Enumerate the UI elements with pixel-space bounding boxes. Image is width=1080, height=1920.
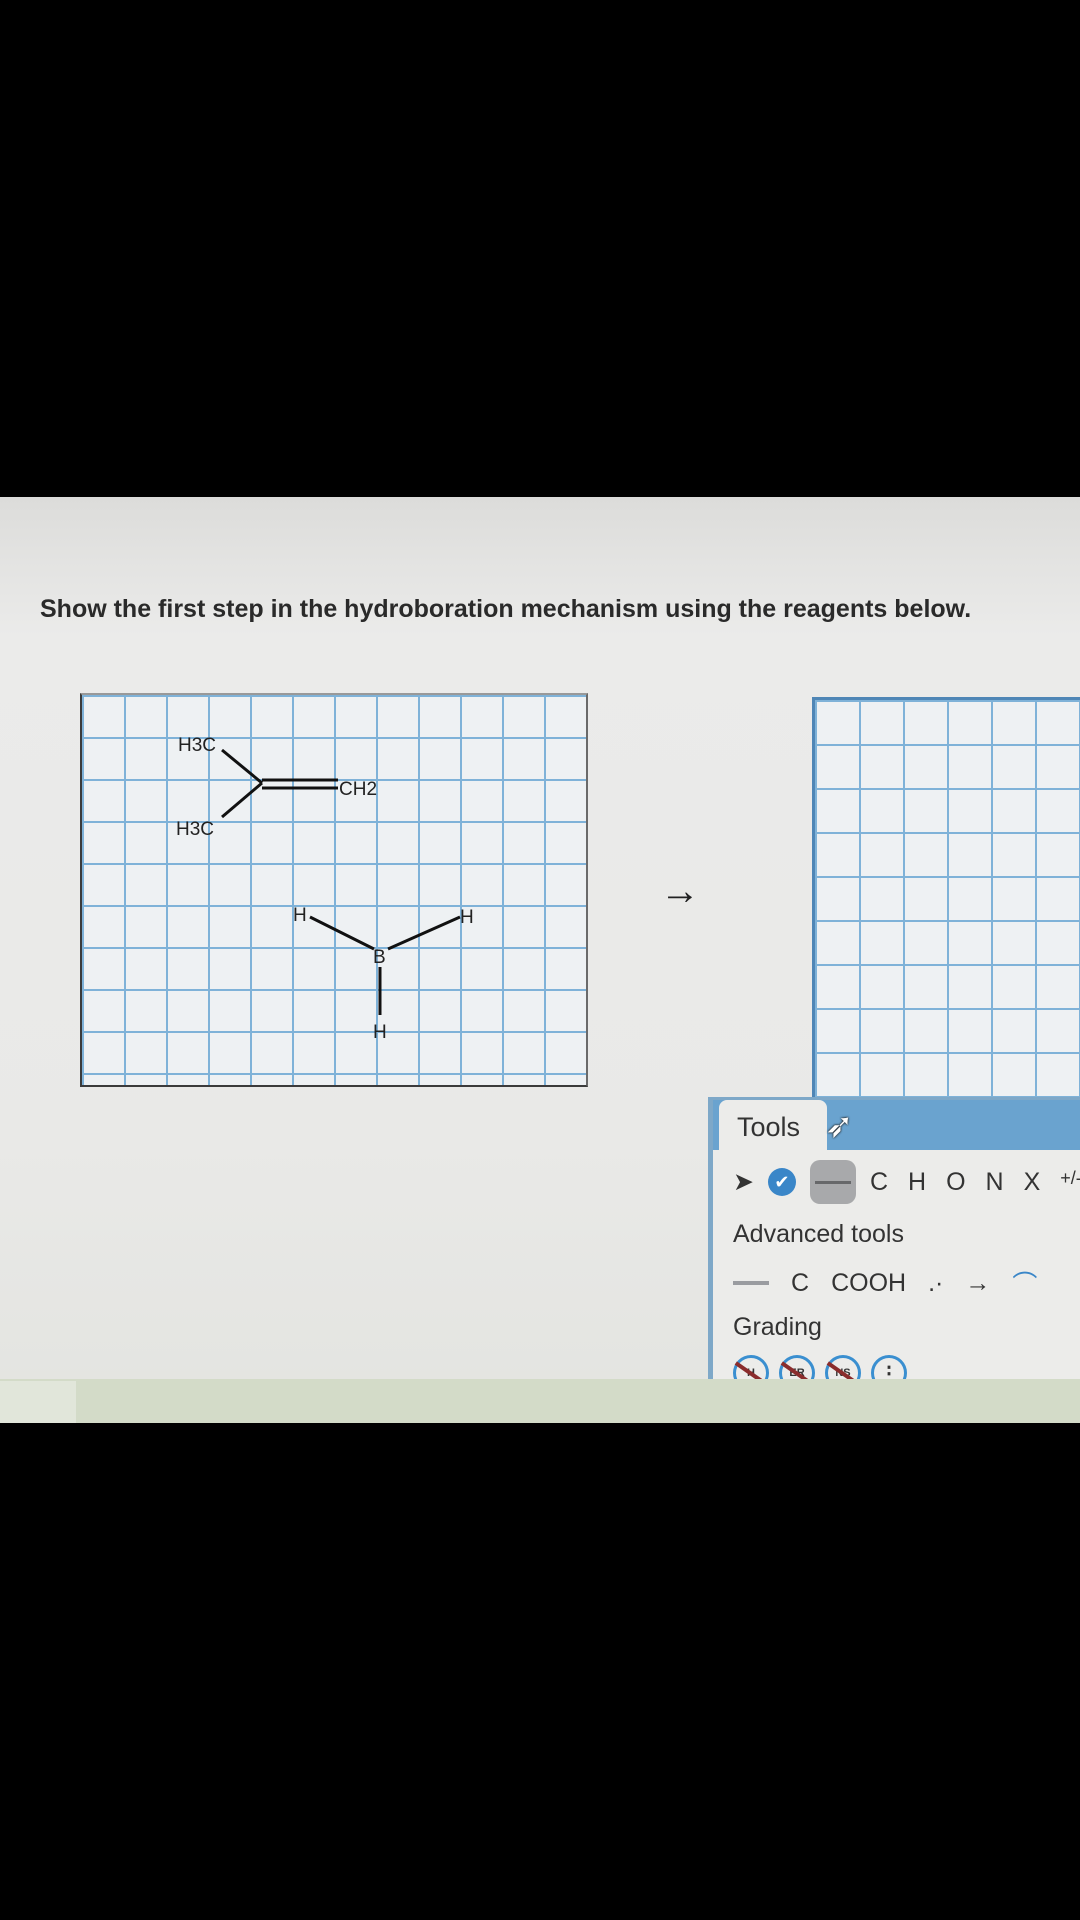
reaction-arrow: → <box>660 869 700 913</box>
reagents-canvas: H3C H3C CH2 B H H H <box>80 693 588 1087</box>
advanced-tools-label: Advanced tools <box>733 1220 904 1248</box>
bottom-tab[interactable] <box>0 1381 76 1423</box>
label-h-right: H <box>460 907 474 928</box>
label-h-bottom: H <box>373 1022 387 1043</box>
screen: Show the first step in the hydroboration… <box>0 497 1080 1423</box>
label-boron: B <box>373 947 386 968</box>
charge-button[interactable]: +/- <box>1060 1168 1080 1197</box>
label-methyl-top: H3C <box>178 735 216 756</box>
bond-methyl-top <box>221 748 263 785</box>
select-arrow-icon[interactable]: ➤ <box>733 1167 754 1197</box>
single-bond-icon <box>814 1180 851 1184</box>
atom-x-button[interactable]: X <box>1024 1168 1041 1197</box>
cooh-button[interactable]: COOH <box>831 1269 906 1298</box>
bottom-bar <box>0 1379 1080 1423</box>
mouse-cursor-icon: ➶ <box>825 1107 854 1145</box>
reaction-arrow-button[interactable]: → <box>965 1269 990 1298</box>
atom-c-button[interactable]: C <box>870 1168 888 1197</box>
answer-canvas[interactable] <box>812 697 1080 1103</box>
tools-title: Tools <box>737 1112 801 1142</box>
reagent-structures: H3C H3C CH2 B H H H <box>176 735 474 1043</box>
curved-arrow-button[interactable]: ⌒ <box>1012 1265 1037 1301</box>
bond-tool-button[interactable] <box>809 1160 856 1204</box>
atom-o-button[interactable]: O <box>946 1168 965 1197</box>
question-text: Show the first step in the hydroboration… <box>40 595 972 623</box>
label-h-left: H <box>293 905 307 926</box>
bond-methyl-bottom <box>221 781 263 819</box>
electrons-button[interactable]: .· <box>928 1269 943 1298</box>
atom-h-button[interactable]: H <box>908 1168 926 1197</box>
grading-label: Grading <box>733 1313 822 1341</box>
bond-b-h-left <box>309 915 375 951</box>
bond-b-h-right <box>387 915 461 951</box>
tools-panel: Tools ➶ ➤ ✔ C H O N X +/- Advanced tools… <box>708 1097 1080 1391</box>
label-methyl-bottom: H3C <box>176 819 214 840</box>
advanced-tools-row: C COOH .· → ⌒ <box>733 1265 1037 1301</box>
bond-line-icon[interactable] <box>733 1281 769 1285</box>
check-icon[interactable]: ✔ <box>767 1168 796 1196</box>
label-methylene: CH2 <box>339 779 377 800</box>
carbon-chain-button[interactable]: C <box>791 1269 809 1298</box>
basic-tools-row: ➤ ✔ C H O N X +/- <box>733 1160 1080 1204</box>
atom-n-button[interactable]: N <box>986 1168 1004 1197</box>
